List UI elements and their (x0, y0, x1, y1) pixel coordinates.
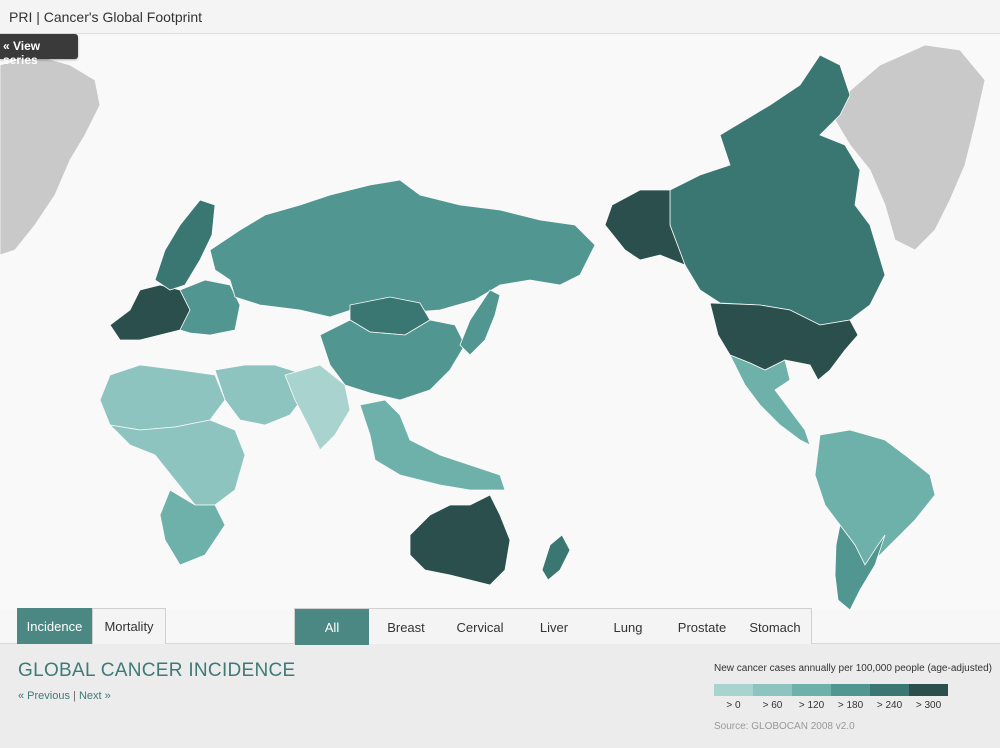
legend-label: > 300 (915, 700, 942, 711)
next-link[interactable]: Next » (79, 690, 111, 702)
legend-swatch (870, 684, 909, 696)
tab-stomach[interactable]: Stomach (739, 609, 811, 645)
pager: « Previous | Next » (18, 690, 111, 702)
legend-label: > 60 (762, 700, 783, 711)
region-greenland-left[interactable] (0, 54, 101, 256)
legend-label: > 240 (876, 700, 903, 711)
legend-label: > 180 (837, 700, 864, 711)
map-svg[interactable] (0, 35, 1000, 610)
legend-labels: > 0 > 60 > 120 > 180 > 240 > 300 (714, 700, 948, 711)
legend-title: New cancer cases annually per 100,000 pe… (714, 663, 992, 674)
tab-mortality[interactable]: Mortality (92, 608, 166, 644)
measure-tabs: Incidence Mortality (17, 608, 166, 644)
legend-swatch (792, 684, 831, 696)
app-title: PRI | Cancer's Global Footprint (9, 9, 203, 25)
view-series-button[interactable]: « View series (0, 34, 78, 67)
legend-swatch (753, 684, 792, 696)
panel-title: GLOBAL CANCER INCIDENCE (18, 660, 296, 681)
cancer-type-tabs: All Breast Cervical Liver Lung Prostate … (294, 608, 812, 645)
legend-swatch (831, 684, 870, 696)
legend-label: > 120 (798, 700, 825, 711)
pager-separator: | (73, 690, 76, 702)
previous-link[interactable]: « Previous (18, 690, 70, 702)
tab-lung[interactable]: Lung (591, 609, 665, 645)
region-w-europe[interactable] (109, 284, 191, 341)
legend-swatch (909, 684, 948, 696)
region-australia[interactable] (409, 494, 511, 586)
source-credit: Source: GLOBOCAN 2008 v2.0 (714, 721, 855, 732)
region-russia[interactable] (209, 179, 596, 318)
legend-label: > 0 (726, 700, 741, 711)
legend-swatch (714, 684, 753, 696)
tab-liver[interactable]: Liver (517, 609, 591, 645)
region-scandinavia[interactable] (154, 199, 216, 291)
region-n-africa[interactable] (99, 364, 226, 431)
region-ss-africa[interactable] (108, 419, 246, 506)
tab-incidence[interactable]: Incidence (17, 608, 92, 644)
tab-prostate[interactable]: Prostate (665, 609, 739, 645)
region-se-asia[interactable] (359, 399, 506, 491)
region-new-zealand[interactable] (541, 534, 571, 581)
tab-breast[interactable]: Breast (369, 609, 443, 645)
tab-cervical[interactable]: Cervical (443, 609, 517, 645)
region-mexico[interactable] (729, 354, 811, 446)
region-e-europe[interactable] (179, 279, 241, 336)
region-south-america[interactable] (814, 429, 936, 566)
tab-all[interactable]: All (295, 609, 369, 645)
legend-color-bar (714, 684, 948, 696)
title-bar: PRI | Cancer's Global Footprint (0, 0, 1000, 34)
world-map[interactable] (0, 35, 1000, 610)
